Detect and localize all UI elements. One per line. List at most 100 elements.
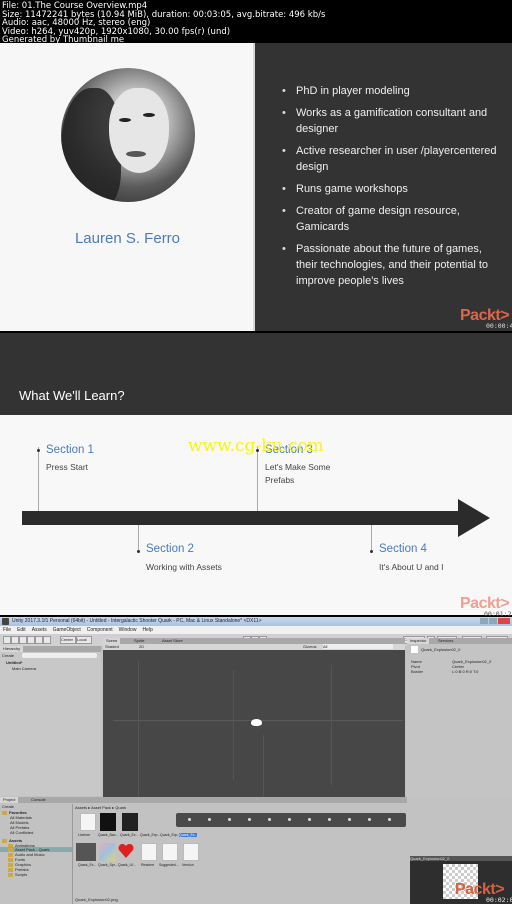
close-button[interactable] [498, 618, 510, 624]
project-breadcrumb: Assets ▸ Asset Pack ▸ Quark [75, 805, 127, 810]
frame-unity-editor: Unity 2017.3.1f1 Personal (64bit) - Unti… [0, 617, 512, 904]
field-border-value[interactable]: L:0 B:0 R:0 T:0 [452, 669, 478, 674]
section2-desc: Working with Assets [146, 562, 222, 572]
scale-tool-icon[interactable] [27, 636, 35, 644]
selected-sprite[interactable] [251, 719, 262, 726]
bio-item: Passionate about the future of games, th… [282, 241, 502, 289]
project-status-bar: Quark_Explosion02.png [75, 897, 118, 902]
slide-title: What We'll Learn? [19, 388, 125, 403]
folder-item[interactable]: Scripts [8, 872, 27, 877]
project-create-button[interactable]: Create [2, 804, 14, 809]
minimize-button[interactable] [480, 618, 488, 624]
bio-item: Creator of game design resource, Gamicar… [282, 203, 502, 235]
watermark-text: www.cg-ku.com [188, 436, 324, 456]
asset-spritesheet-icon[interactable] [99, 843, 115, 861]
window-controls [480, 618, 510, 624]
menu-file[interactable]: File [3, 627, 11, 634]
file-info-header: File: 01.The Course Overview.mp4 Size: 1… [0, 0, 512, 44]
tab-services[interactable]: Services [435, 638, 456, 644]
panel-divider [72, 804, 73, 904]
menu-bar: File Edit Assets GameObject Component Wi… [0, 626, 512, 634]
section1-dot [37, 449, 40, 452]
section4-title: Section 4 [379, 543, 427, 555]
frame-timestamp: 00:02:09 [486, 896, 512, 904]
rotate-tool-icon[interactable] [19, 636, 27, 644]
menu-help[interactable]: Help [142, 627, 152, 634]
star-icon [2, 810, 7, 815]
breadcrumb-assets[interactable]: Assets [75, 805, 87, 810]
sprite-frames-strip[interactable] [176, 813, 406, 827]
hierarchy-search-input[interactable] [22, 653, 97, 658]
section1-connector [38, 447, 39, 511]
scene-search-input[interactable]: All [323, 644, 393, 649]
sprite-thumbnail-icon [411, 646, 418, 653]
section2-title: Section 2 [146, 543, 194, 555]
space-toggle[interactable]: Local [76, 636, 92, 644]
favorite-item[interactable]: All Conflicted [10, 830, 33, 835]
inspector-object-name: Quark_Explosion02_0 [421, 647, 461, 652]
maximize-button[interactable] [489, 618, 497, 624]
frame-what-we-learn: What We'll Learn? Section 1 Press Start … [0, 333, 512, 618]
author-panel: Lauren S. Ferro [0, 43, 255, 331]
section4-desc: It's About U and I [379, 562, 444, 572]
section1-desc: Press Start [46, 462, 89, 472]
section4-dot [370, 550, 373, 553]
move-tool-icon[interactable] [11, 636, 19, 644]
transform-tool-icon[interactable] [43, 636, 51, 644]
2d-toggle[interactable]: 2D [139, 644, 144, 649]
window-title: Unity 2017.3.1f1 Personal (64bit) - Unti… [12, 618, 262, 624]
hierarchy-panel: Hierarchy Create Untitled* Main Camera [0, 646, 101, 796]
hand-tool-icon[interactable] [3, 636, 11, 644]
menu-component[interactable]: Component [87, 627, 113, 634]
asset-explosion-icon[interactable] [122, 813, 138, 831]
menu-gameobject[interactable]: GameObject [53, 627, 81, 634]
tab-hierarchy[interactable]: Hierarchy [0, 646, 24, 652]
section3-desc: Let's Make Some Prefabs [265, 462, 331, 485]
section2-dot [137, 550, 140, 553]
selected-asset-label[interactable]: Quark_Ex... [179, 833, 198, 837]
section1-title: Section 1 [46, 444, 94, 456]
menu-window[interactable]: Window [119, 627, 137, 634]
asset-license-icon[interactable] [80, 813, 96, 831]
menu-assets[interactable]: Assets [32, 627, 47, 634]
breadcrumb-quark[interactable]: Quark [115, 805, 126, 810]
section2-connector [138, 525, 139, 551]
bio-item: Runs game workshops [282, 181, 502, 197]
timeline-arrow [22, 511, 462, 525]
field-border-label: Border [411, 669, 424, 674]
menu-edit[interactable]: Edit [17, 627, 26, 634]
breadcrumb-asset-pack[interactable]: Asset Pack [91, 805, 111, 810]
gizmos-dropdown[interactable]: Gizmos [303, 644, 317, 649]
asset-version-icon[interactable] [183, 843, 199, 861]
slide-header: What We'll Learn? [0, 333, 512, 415]
pivot-toggle[interactable]: Center [60, 636, 76, 644]
scene-root[interactable]: Untitled* [6, 660, 22, 665]
tab-inspector[interactable]: Inspector [407, 638, 430, 644]
author-name: Lauren S. Ferro [74, 230, 181, 247]
asset-explosion-sheet-icon[interactable] [76, 843, 96, 861]
folder-icon [8, 872, 13, 877]
frame-timestamp: 00:00:42 [486, 322, 512, 330]
section3-connector [257, 447, 258, 511]
author-photo [61, 68, 195, 202]
bio-item: Active researcher in user /playercentere… [282, 143, 502, 175]
tab-console[interactable]: Console [28, 797, 49, 803]
asset-readme-icon[interactable] [141, 843, 157, 861]
hierarchy-item-main-camera[interactable]: Main Camera [12, 666, 36, 671]
tab-project[interactable]: Project [0, 797, 19, 803]
asset-background-icon[interactable] [100, 813, 116, 831]
unity-title-bar: Unity 2017.3.1f1 Personal (64bit) - Unti… [0, 617, 512, 626]
scene-view[interactable] [103, 650, 405, 812]
bio-item: PhD in player modeling [282, 83, 502, 99]
hierarchy-create-button[interactable]: Create [2, 653, 14, 658]
asset-suggested-icon[interactable] [162, 843, 178, 861]
timeline-arrow-head [458, 499, 490, 537]
preview-title: Quark_Explosion02_0 [410, 856, 512, 861]
shading-dropdown[interactable]: Shaded [105, 644, 119, 649]
section4-connector [371, 525, 372, 551]
rect-tool-icon[interactable] [35, 636, 43, 644]
frame-author-intro: Lauren S. Ferro PhD in player modeling W… [0, 43, 512, 331]
asset-heart-icon[interactable] [118, 844, 134, 858]
unity-logo-icon [2, 618, 9, 625]
author-bio-list: PhD in player modeling Works as a gamifi… [282, 83, 502, 295]
